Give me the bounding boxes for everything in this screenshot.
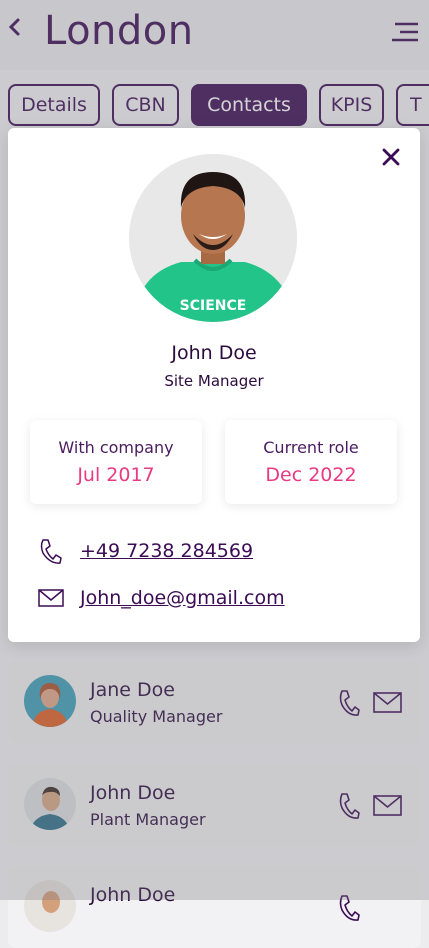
email-link[interactable]: John_doe@gmail.com	[80, 587, 285, 609]
profile-photo: SCIENCE	[129, 154, 297, 322]
phone-icon	[40, 539, 62, 564]
current-role-value: Dec 2022	[265, 464, 357, 486]
phone-row: +49 7238 284569	[38, 536, 253, 566]
current-role-stat: Current role Dec 2022	[225, 420, 397, 504]
contact-detail-modal: SCIENCE John Doe Site Manager With compa…	[8, 128, 420, 642]
close-icon[interactable]	[382, 148, 400, 166]
contact-name: John Doe	[171, 342, 257, 364]
current-role-label: Current role	[263, 438, 359, 457]
phone-link[interactable]: +49 7238 284569	[80, 540, 253, 562]
email-row: John_doe@gmail.com	[38, 583, 285, 613]
contact-role: Site Manager	[164, 372, 264, 390]
with-company-label: With company	[58, 438, 174, 457]
with-company-stat: With company Jul 2017	[30, 420, 202, 504]
with-company-value: Jul 2017	[77, 464, 155, 486]
mail-icon	[38, 589, 64, 607]
shirt-text: SCIENCE	[180, 298, 247, 314]
